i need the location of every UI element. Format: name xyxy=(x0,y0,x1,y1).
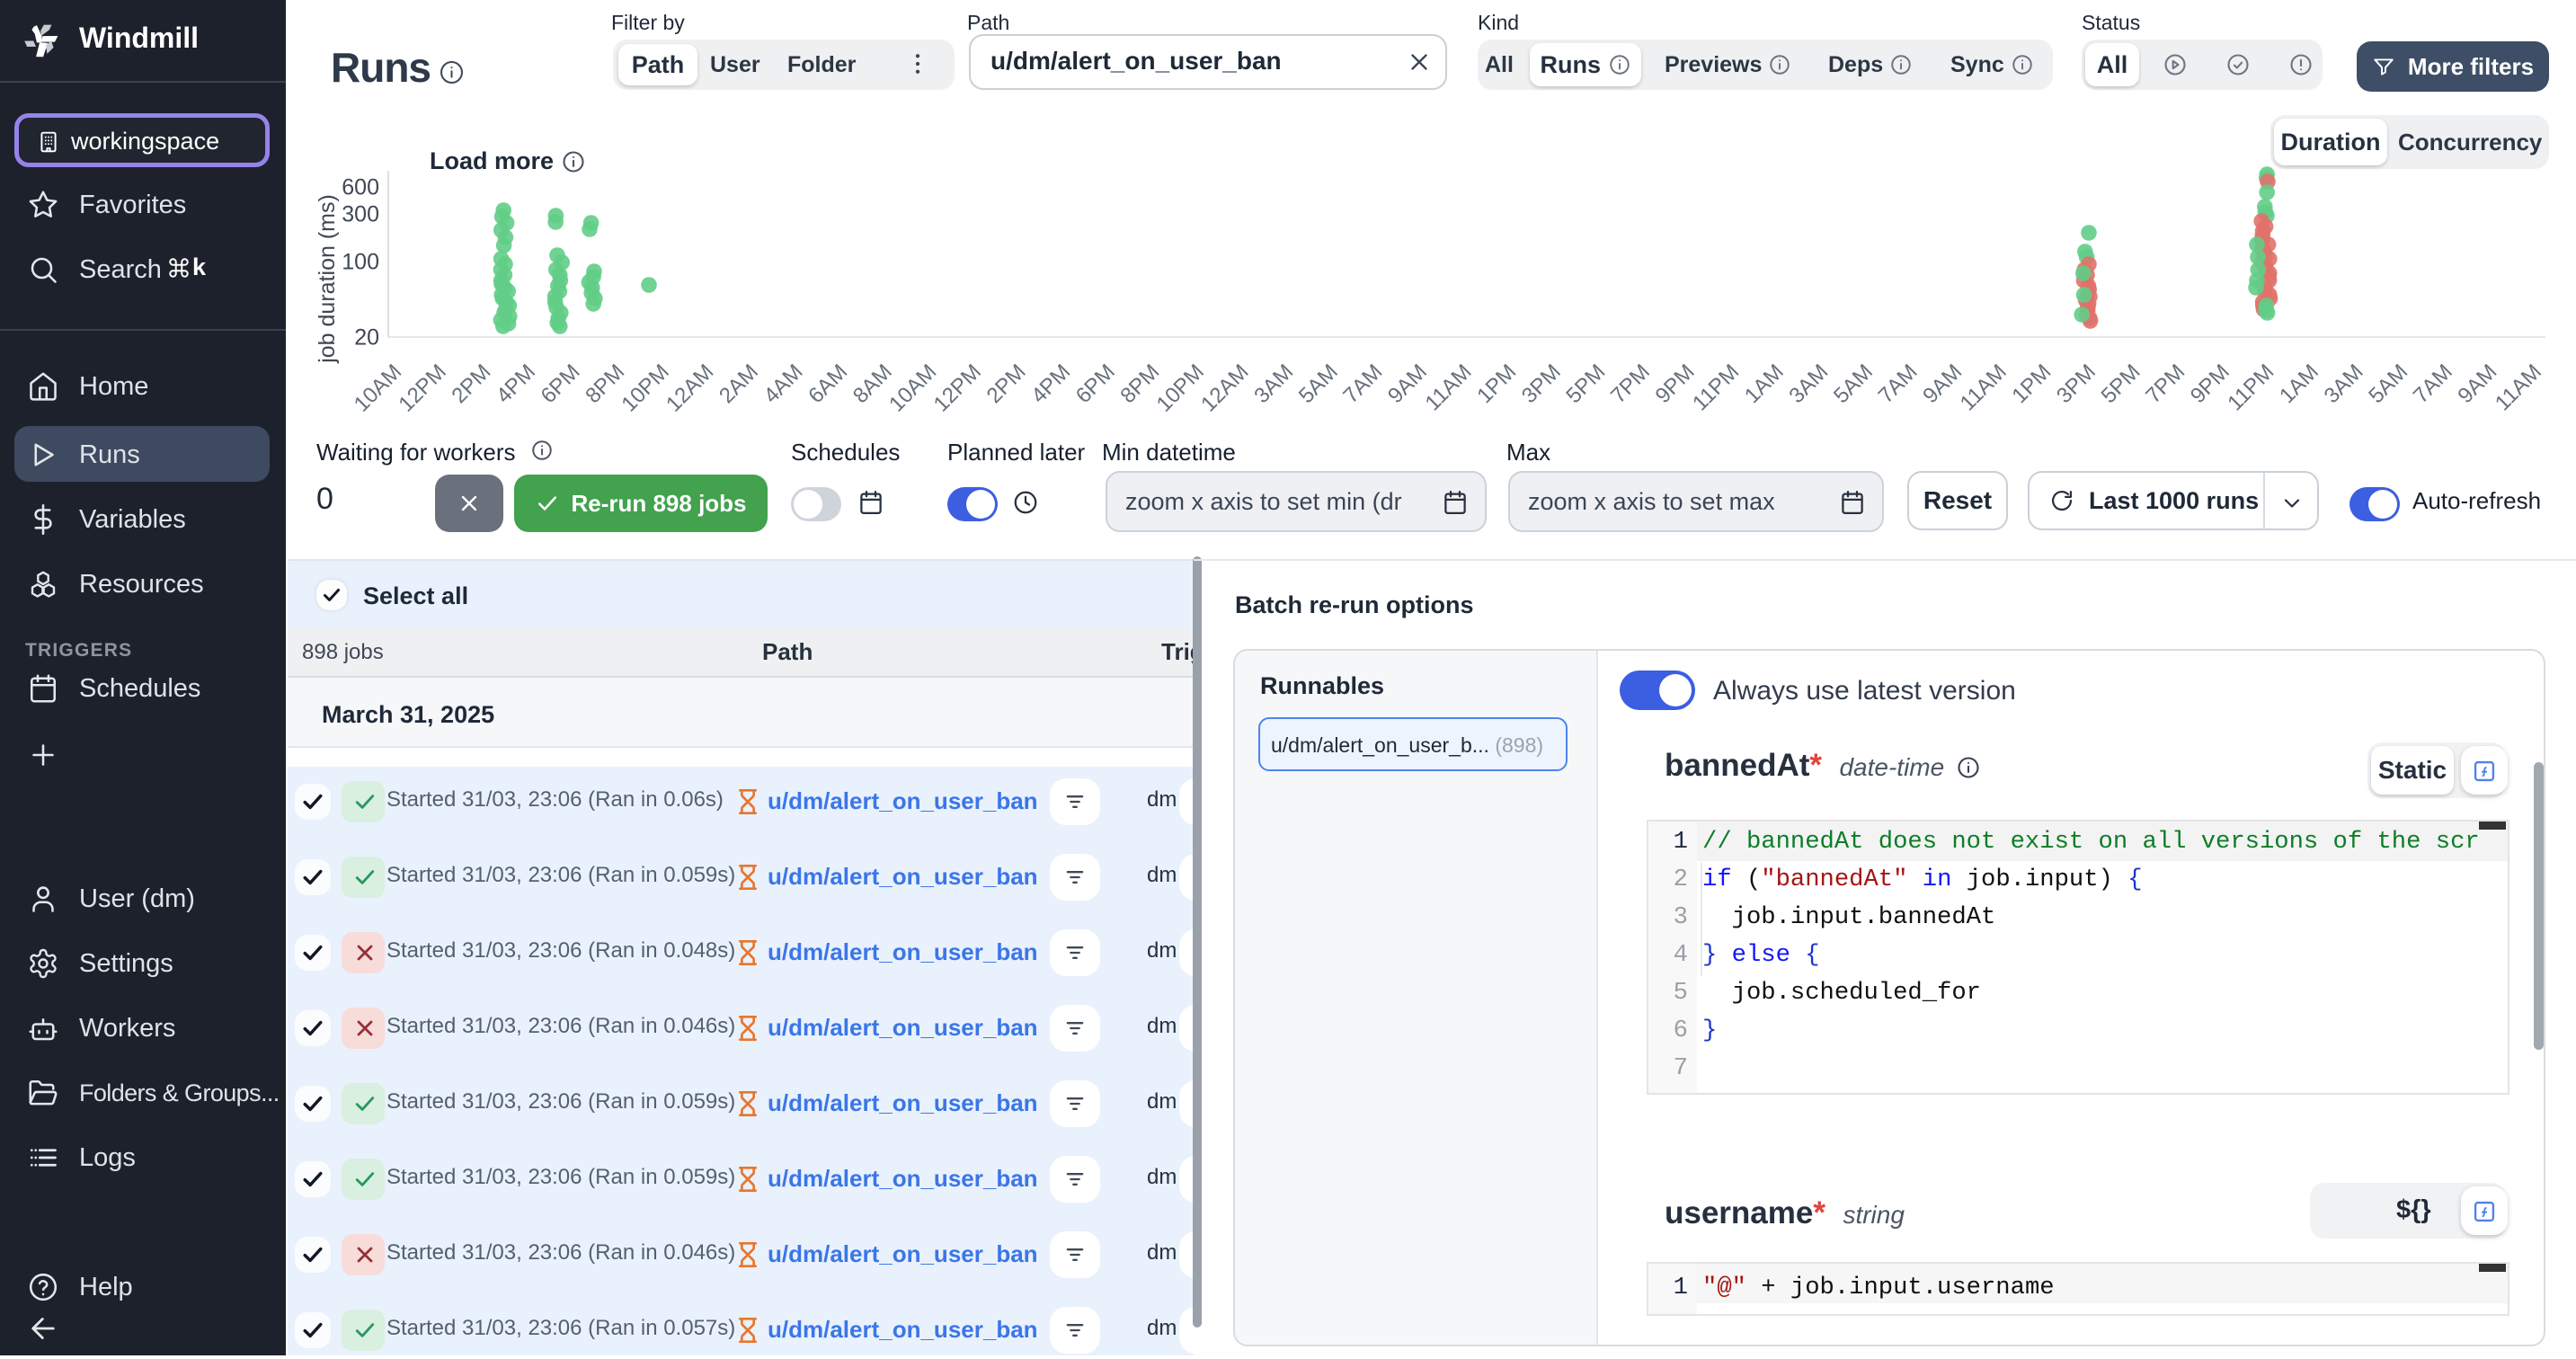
svg-text:10PM: 10PM xyxy=(1152,360,1209,416)
svg-text:4AM: 4AM xyxy=(759,360,808,408)
svg-text:7PM: 7PM xyxy=(2141,360,2190,408)
svg-text:7AM: 7AM xyxy=(1338,360,1387,408)
svg-text:2PM: 2PM xyxy=(982,360,1031,408)
svg-text:5AM: 5AM xyxy=(1829,360,1878,408)
svg-text:job duration (ms): job duration (ms) xyxy=(315,194,340,364)
svg-text:5PM: 5PM xyxy=(2097,360,2145,408)
svg-text:10AM: 10AM xyxy=(350,360,406,416)
svg-text:1PM: 1PM xyxy=(2007,360,2056,408)
svg-text:11AM: 11AM xyxy=(1420,360,1476,415)
svg-text:10AM: 10AM xyxy=(884,360,941,416)
svg-text:11AM: 11AM xyxy=(2491,360,2546,415)
svg-text:1AM: 1AM xyxy=(2275,360,2323,408)
svg-text:6PM: 6PM xyxy=(537,360,585,408)
svg-text:7AM: 7AM xyxy=(1874,360,1923,408)
svg-text:10PM: 10PM xyxy=(617,360,673,416)
svg-text:4PM: 4PM xyxy=(492,360,540,408)
svg-text:5AM: 5AM xyxy=(1294,360,1343,408)
svg-text:1PM: 1PM xyxy=(1472,360,1521,408)
svg-text:3AM: 3AM xyxy=(1784,360,1833,408)
svg-text:3PM: 3PM xyxy=(2052,360,2101,408)
svg-text:12PM: 12PM xyxy=(394,360,450,416)
svg-text:5PM: 5PM xyxy=(1561,360,1610,408)
svg-text:11PM: 11PM xyxy=(2223,360,2278,415)
svg-text:12AM: 12AM xyxy=(1196,360,1253,416)
svg-text:1AM: 1AM xyxy=(1740,360,1789,408)
svg-text:4PM: 4PM xyxy=(1026,360,1075,408)
svg-text:5AM: 5AM xyxy=(2364,360,2412,408)
svg-text:6AM: 6AM xyxy=(804,360,852,408)
svg-text:12PM: 12PM xyxy=(929,360,986,416)
svg-text:2PM: 2PM xyxy=(447,360,495,408)
svg-text:7AM: 7AM xyxy=(2409,360,2457,408)
svg-text:11AM: 11AM xyxy=(1956,360,2012,415)
svg-text:11PM: 11PM xyxy=(1688,360,1744,415)
svg-text:600: 600 xyxy=(342,174,379,200)
svg-text:20: 20 xyxy=(354,324,379,350)
svg-text:100: 100 xyxy=(342,249,379,274)
svg-text:300: 300 xyxy=(342,201,379,226)
svg-text:3PM: 3PM xyxy=(1517,360,1566,408)
svg-text:7PM: 7PM xyxy=(1606,360,1655,408)
svg-text:3AM: 3AM xyxy=(1249,360,1298,408)
svg-text:3AM: 3AM xyxy=(2320,360,2368,408)
svg-text:6PM: 6PM xyxy=(1071,360,1120,408)
svg-text:12AM: 12AM xyxy=(662,360,718,416)
svg-text:2AM: 2AM xyxy=(715,360,763,408)
